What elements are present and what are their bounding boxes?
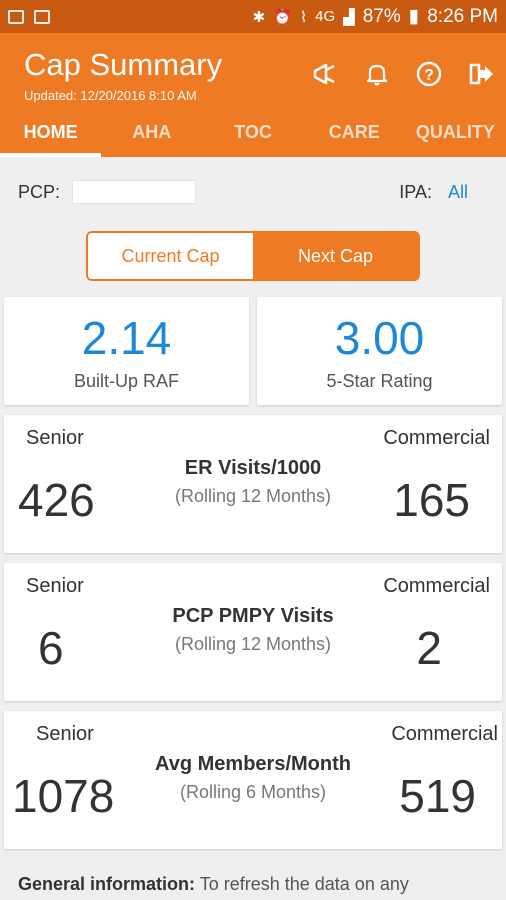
star-rating-label: 5-Star Rating — [326, 371, 433, 391]
status-bar: ✱ ⏰ ⌇ 4G ▟ 87% ▮ 8:26 PM — [0, 0, 506, 33]
raf-value: 2.14 — [81, 312, 172, 364]
senior-label: Senior — [26, 427, 84, 449]
commercial-label: Commercial — [383, 427, 490, 449]
commercial-value: 165 — [393, 474, 470, 526]
senior-value: 426 — [18, 474, 95, 526]
senior-value: 6 — [38, 622, 64, 674]
star-rating-card[interactable]: 3.00 5-Star Rating — [257, 297, 502, 405]
senior-value: 1078 — [12, 770, 115, 822]
metrics-row: 2.14 Built-Up RAF 3.00 5-Star Rating — [4, 297, 502, 405]
general-info-label: General information: — [18, 874, 196, 894]
tab-toc[interactable]: TOC — [202, 115, 303, 157]
tab-aha[interactable]: AHA — [101, 115, 202, 157]
pcp-visits-card[interactable]: Senior Commercial PCP PMPY Visits (Rolli… — [4, 563, 502, 701]
signal-icon: ▟ — [343, 8, 355, 26]
svg-text:?: ? — [424, 67, 434, 84]
notification-icon — [8, 9, 24, 24]
logout-icon[interactable] — [466, 59, 496, 89]
next-cap-button[interactable]: Next Cap — [253, 233, 418, 279]
ipa-selector[interactable]: All — [448, 182, 468, 203]
main-content: PCP: IPA: All Current Cap Next Cap 2.14 … — [0, 157, 506, 897]
updated-timestamp: Updated: 12/20/2016 8:10 AM — [24, 88, 197, 103]
battery-icon: ▮ — [408, 6, 420, 27]
senior-label: Senior — [26, 575, 84, 597]
bell-icon[interactable] — [362, 59, 392, 89]
battery-percent: 87% — [362, 5, 401, 27]
pcp-label: PCP: — [18, 181, 61, 202]
help-icon[interactable]: ? — [414, 59, 444, 89]
raf-card[interactable]: 2.14 Built-Up RAF — [4, 297, 249, 405]
avg-members-card[interactable]: Senior Commercial Avg Members/Month (Rol… — [4, 711, 502, 849]
commercial-label: Commercial — [383, 575, 490, 597]
network-indicator: 4G — [315, 8, 336, 25]
alarm-icon: ⏰ — [273, 8, 292, 26]
tab-care[interactable]: CARE — [304, 115, 405, 157]
gallery-icon — [34, 9, 50, 24]
raf-label: Built-Up RAF — [73, 371, 180, 391]
senior-label: Senior — [36, 723, 94, 745]
general-info-text: To refresh the data on any — [199, 874, 409, 894]
star-rating-value: 3.00 — [334, 312, 425, 364]
commercial-label: Commercial — [391, 723, 498, 745]
current-cap-button[interactable]: Current Cap — [88, 233, 253, 279]
tab-quality[interactable]: QUALITY — [405, 115, 506, 157]
tab-home[interactable]: HOME — [0, 115, 102, 157]
ipa-label: IPA: — [399, 181, 432, 202]
cap-toggle: Current Cap Next Cap — [86, 231, 420, 281]
tab-bar: HOME AHA TOC CARE QUALITY — [0, 115, 506, 157]
commercial-value: 2 — [416, 622, 442, 674]
general-information: General information: To refresh the data… — [4, 871, 502, 897]
wifi-icon: ⌇ — [299, 8, 308, 26]
page-title: Cap Summary — [24, 47, 223, 82]
commercial-value: 519 — [399, 770, 476, 822]
clock: 8:26 PM — [427, 5, 498, 27]
bluetooth-icon: ✱ — [252, 8, 266, 26]
pcp-field[interactable] — [72, 180, 197, 204]
filter-row: PCP: IPA: All — [4, 157, 502, 227]
app-bar: Cap Summary Updated: 12/20/2016 8:10 AM … — [0, 33, 506, 157]
er-visits-card[interactable]: Senior Commercial ER Visits/1000 (Rollin… — [4, 415, 502, 553]
megaphone-icon[interactable] — [310, 59, 340, 89]
